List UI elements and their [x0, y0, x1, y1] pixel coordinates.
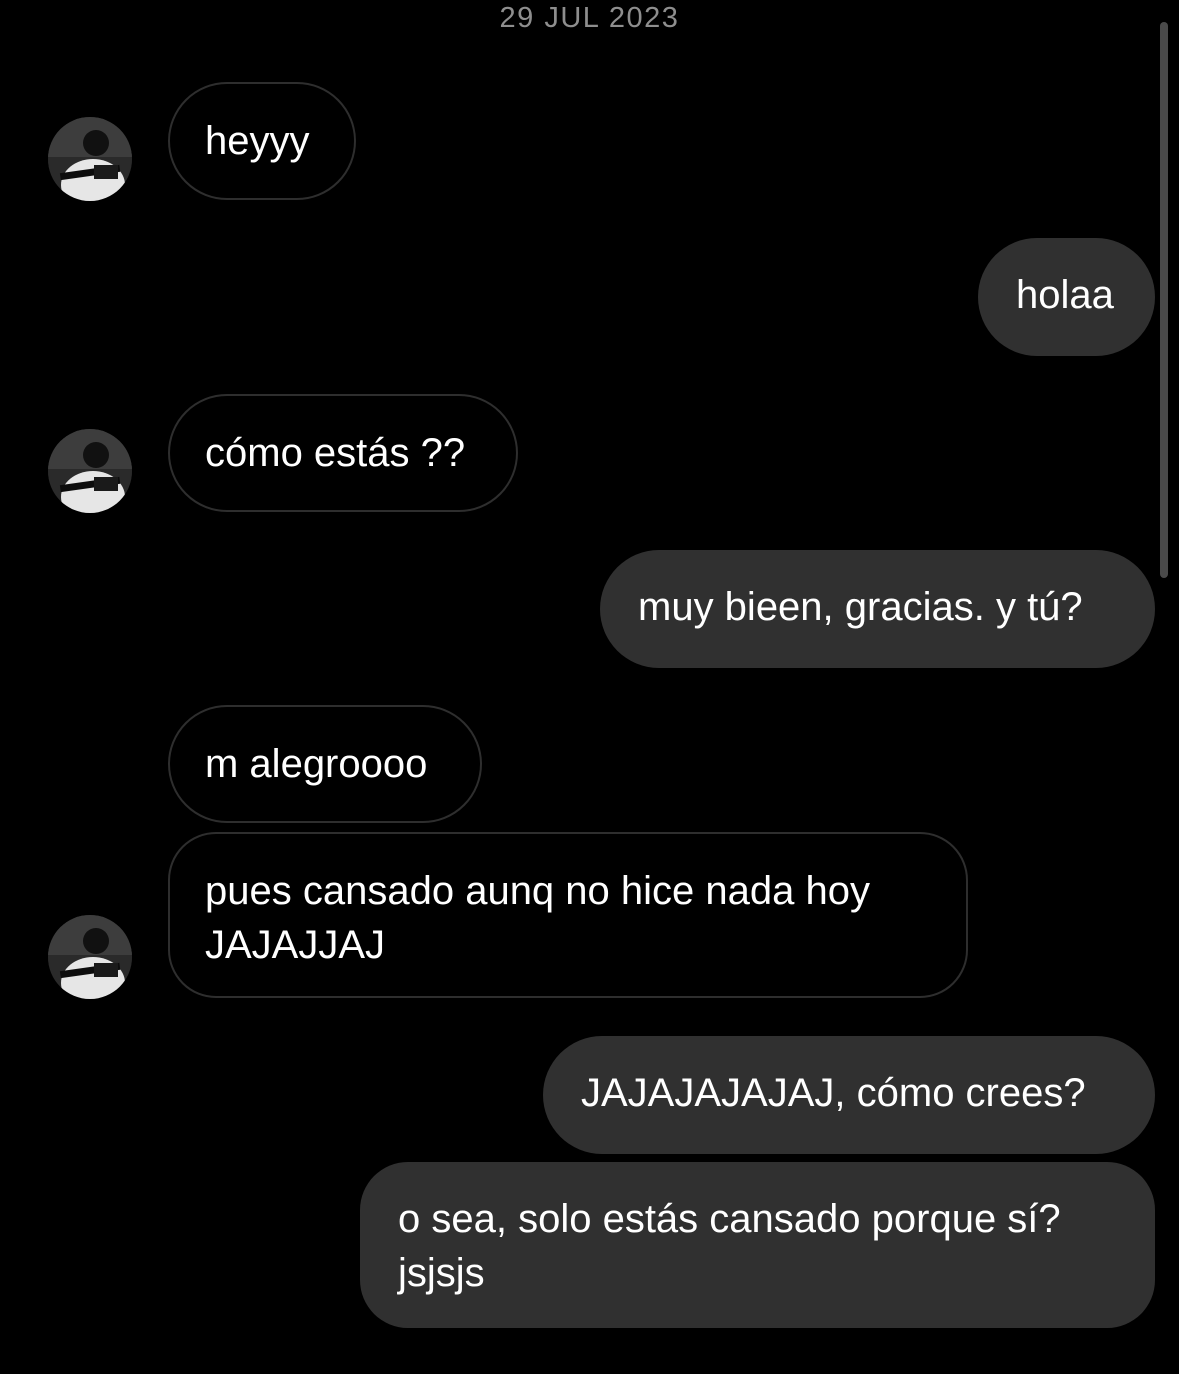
outgoing-message[interactable]: o sea, solo estás cansado porque sí? jsj… — [360, 1162, 1155, 1328]
incoming-message[interactable]: pues cansado aunq no hice nada hoy JAJAJ… — [168, 832, 968, 998]
incoming-message[interactable]: heyyy — [168, 82, 356, 200]
avatar-photo-icon — [48, 915, 132, 999]
avatar-photo-icon — [48, 117, 132, 201]
avatar-photo-icon — [48, 429, 132, 513]
date-header: 29 JUL 2023 — [499, 2, 680, 34]
outgoing-message[interactable]: JAJAJAJAJAJ, cómo crees? — [543, 1036, 1155, 1154]
contact-avatar[interactable] — [48, 429, 132, 513]
incoming-message[interactable]: cómo estás ?? — [168, 394, 518, 512]
contact-avatar[interactable] — [48, 915, 132, 999]
outgoing-message[interactable]: muy bieen, gracias. y tú? — [600, 550, 1155, 668]
contact-avatar[interactable] — [48, 117, 132, 201]
scrollbar[interactable] — [1160, 22, 1168, 578]
outgoing-message[interactable]: holaa — [978, 238, 1155, 356]
incoming-message[interactable]: m alegroooo — [168, 705, 482, 823]
